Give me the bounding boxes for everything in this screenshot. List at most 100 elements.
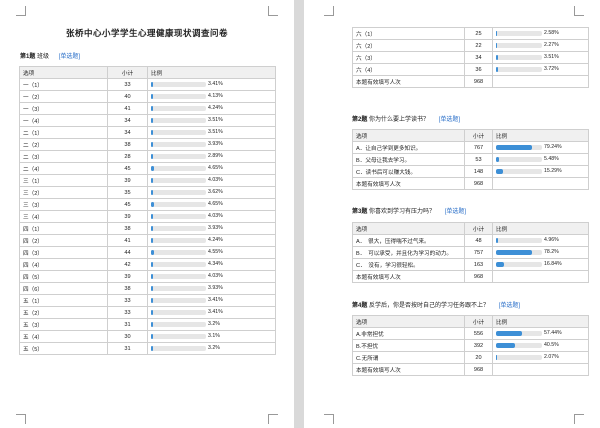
table-header-row: 选项 小计 比例 xyxy=(352,315,589,328)
header-count: 小计 xyxy=(464,222,493,235)
question-type-link[interactable]: [单选题] xyxy=(499,303,520,309)
percent-bar xyxy=(496,30,542,36)
percent-bar-fill xyxy=(151,93,154,99)
percent-bar xyxy=(496,249,542,255)
table-row: 六（4） 36 3.72% xyxy=(352,63,589,76)
option-label: 四（6） xyxy=(19,282,108,295)
percent-bar xyxy=(151,189,206,195)
option-label: 一（3） xyxy=(19,102,108,115)
option-count: 35 xyxy=(107,186,148,199)
option-percent-cell: 16.84% xyxy=(492,258,589,271)
question-3-heading: 第3题 你喜欢到学习有压力吗？ [单选题] xyxy=(352,206,466,215)
percent-bar xyxy=(151,237,206,243)
percent-value: 4.65% xyxy=(208,201,223,208)
percent-value: 3.93% xyxy=(208,141,223,148)
percent-bar-fill xyxy=(151,153,153,159)
option-label: C． 没有，学习很轻松。 xyxy=(352,258,465,271)
question-type-link[interactable]: [单选题] xyxy=(439,117,460,123)
option-percent-cell: 3.2% xyxy=(147,342,276,355)
percent-value: 2.89% xyxy=(208,153,223,160)
option-count: 25 xyxy=(464,27,493,40)
percent-bar xyxy=(151,309,206,315)
total-count: 968 xyxy=(464,270,493,283)
table-row: A．让自己学到更多知识。 767 79.24% xyxy=(352,141,589,154)
option-percent-cell: 4.03% xyxy=(147,174,276,187)
percent-value: 3.2% xyxy=(208,345,220,352)
table-row: 四（4） 42 4.34% xyxy=(19,258,276,271)
percent-bar xyxy=(496,261,542,267)
option-label: 四（5） xyxy=(19,270,108,283)
percent-bar-fill xyxy=(151,213,154,219)
option-percent-cell: 4.03% xyxy=(147,270,276,283)
option-label: 一（1） xyxy=(19,78,108,91)
percent-bar-fill xyxy=(496,54,498,60)
crop-mark xyxy=(574,6,584,16)
question-type-link[interactable]: [单选题] xyxy=(59,54,80,60)
option-count: 30 xyxy=(107,330,148,343)
percent-bar xyxy=(496,42,542,48)
table-row: 六（1） 25 2.58% xyxy=(352,27,589,40)
table-row: B．父母让我去学习。 53 5.48% xyxy=(352,153,589,166)
question-type-link[interactable]: [单选题] xyxy=(445,209,466,215)
percent-bar xyxy=(151,249,206,255)
percent-value: 4.65% xyxy=(208,165,223,172)
crop-mark xyxy=(324,6,334,16)
option-count: 40 xyxy=(107,90,148,103)
percent-bar xyxy=(496,237,542,243)
percent-bar-fill xyxy=(151,201,154,207)
total-empty xyxy=(492,270,589,283)
percent-bar-fill xyxy=(151,129,153,135)
document-title: 张桥中心小学学生心理健康现状调查问卷 xyxy=(65,28,228,38)
percent-value: 2.58% xyxy=(544,30,559,37)
option-count: 34 xyxy=(107,126,148,139)
option-count: 31 xyxy=(107,318,148,331)
percent-bar xyxy=(496,330,542,336)
option-label: A．让自己学到更多知识。 xyxy=(352,141,465,154)
option-label: 三（4） xyxy=(19,210,108,223)
option-label: B.不担忧 xyxy=(352,339,465,352)
option-count: 757 xyxy=(464,246,493,259)
percent-bar-fill xyxy=(496,354,497,360)
percent-value: 3.51% xyxy=(544,54,559,61)
table-row: 四（2） 41 4.24% xyxy=(19,234,276,247)
option-label: A． 很大，压得喘不过气来。 xyxy=(352,234,465,247)
option-percent-cell: 79.24% xyxy=(492,141,589,154)
option-count: 41 xyxy=(107,234,148,247)
header-count: 小计 xyxy=(464,129,493,142)
percent-bar-fill xyxy=(151,189,153,195)
percent-bar xyxy=(151,213,206,219)
option-label: 四（2） xyxy=(19,234,108,247)
percent-value: 78.2% xyxy=(544,249,559,256)
option-count: 20 xyxy=(464,351,493,364)
table-row: 四（3） 44 4.55% xyxy=(19,246,276,259)
percent-bar xyxy=(496,156,542,162)
option-label: 四（1） xyxy=(19,222,108,235)
percent-bar xyxy=(496,66,542,72)
table-row: C．读书后可以赚大钱。 148 15.29% xyxy=(352,165,589,178)
percent-bar xyxy=(496,54,542,60)
option-percent-cell: 2.58% xyxy=(492,27,589,40)
table-header-row: 选项 小计 比例 xyxy=(19,66,276,79)
percent-bar-fill xyxy=(151,273,154,279)
percent-bar xyxy=(151,297,206,303)
table-row: 五（2） 33 3.41% xyxy=(19,306,276,319)
crop-mark xyxy=(16,6,26,16)
percent-bar xyxy=(151,117,206,123)
question-text: 你喜欢到学习有压力吗？ xyxy=(369,209,436,215)
total-count: 968 xyxy=(464,75,493,88)
table-row: 二（1） 34 3.51% xyxy=(19,126,276,139)
option-percent-cell: 2.07% xyxy=(492,351,589,364)
option-label: B．父母让我去学习。 xyxy=(352,153,465,166)
percent-value: 2.07% xyxy=(544,354,559,361)
percent-value: 3.41% xyxy=(208,81,223,88)
table-row: 五（4） 30 3.1% xyxy=(19,330,276,343)
percent-bar xyxy=(151,273,206,279)
table-header-row: 选项 小计 比例 xyxy=(352,129,589,142)
table-row: 四（6） 38 3.93% xyxy=(19,282,276,295)
percent-bar-fill xyxy=(496,261,504,267)
header-percent: 比例 xyxy=(147,66,276,79)
header-option: 选项 xyxy=(19,66,108,79)
percent-bar xyxy=(151,105,206,111)
option-count: 28 xyxy=(107,150,148,163)
percent-value: 4.55% xyxy=(208,249,223,256)
